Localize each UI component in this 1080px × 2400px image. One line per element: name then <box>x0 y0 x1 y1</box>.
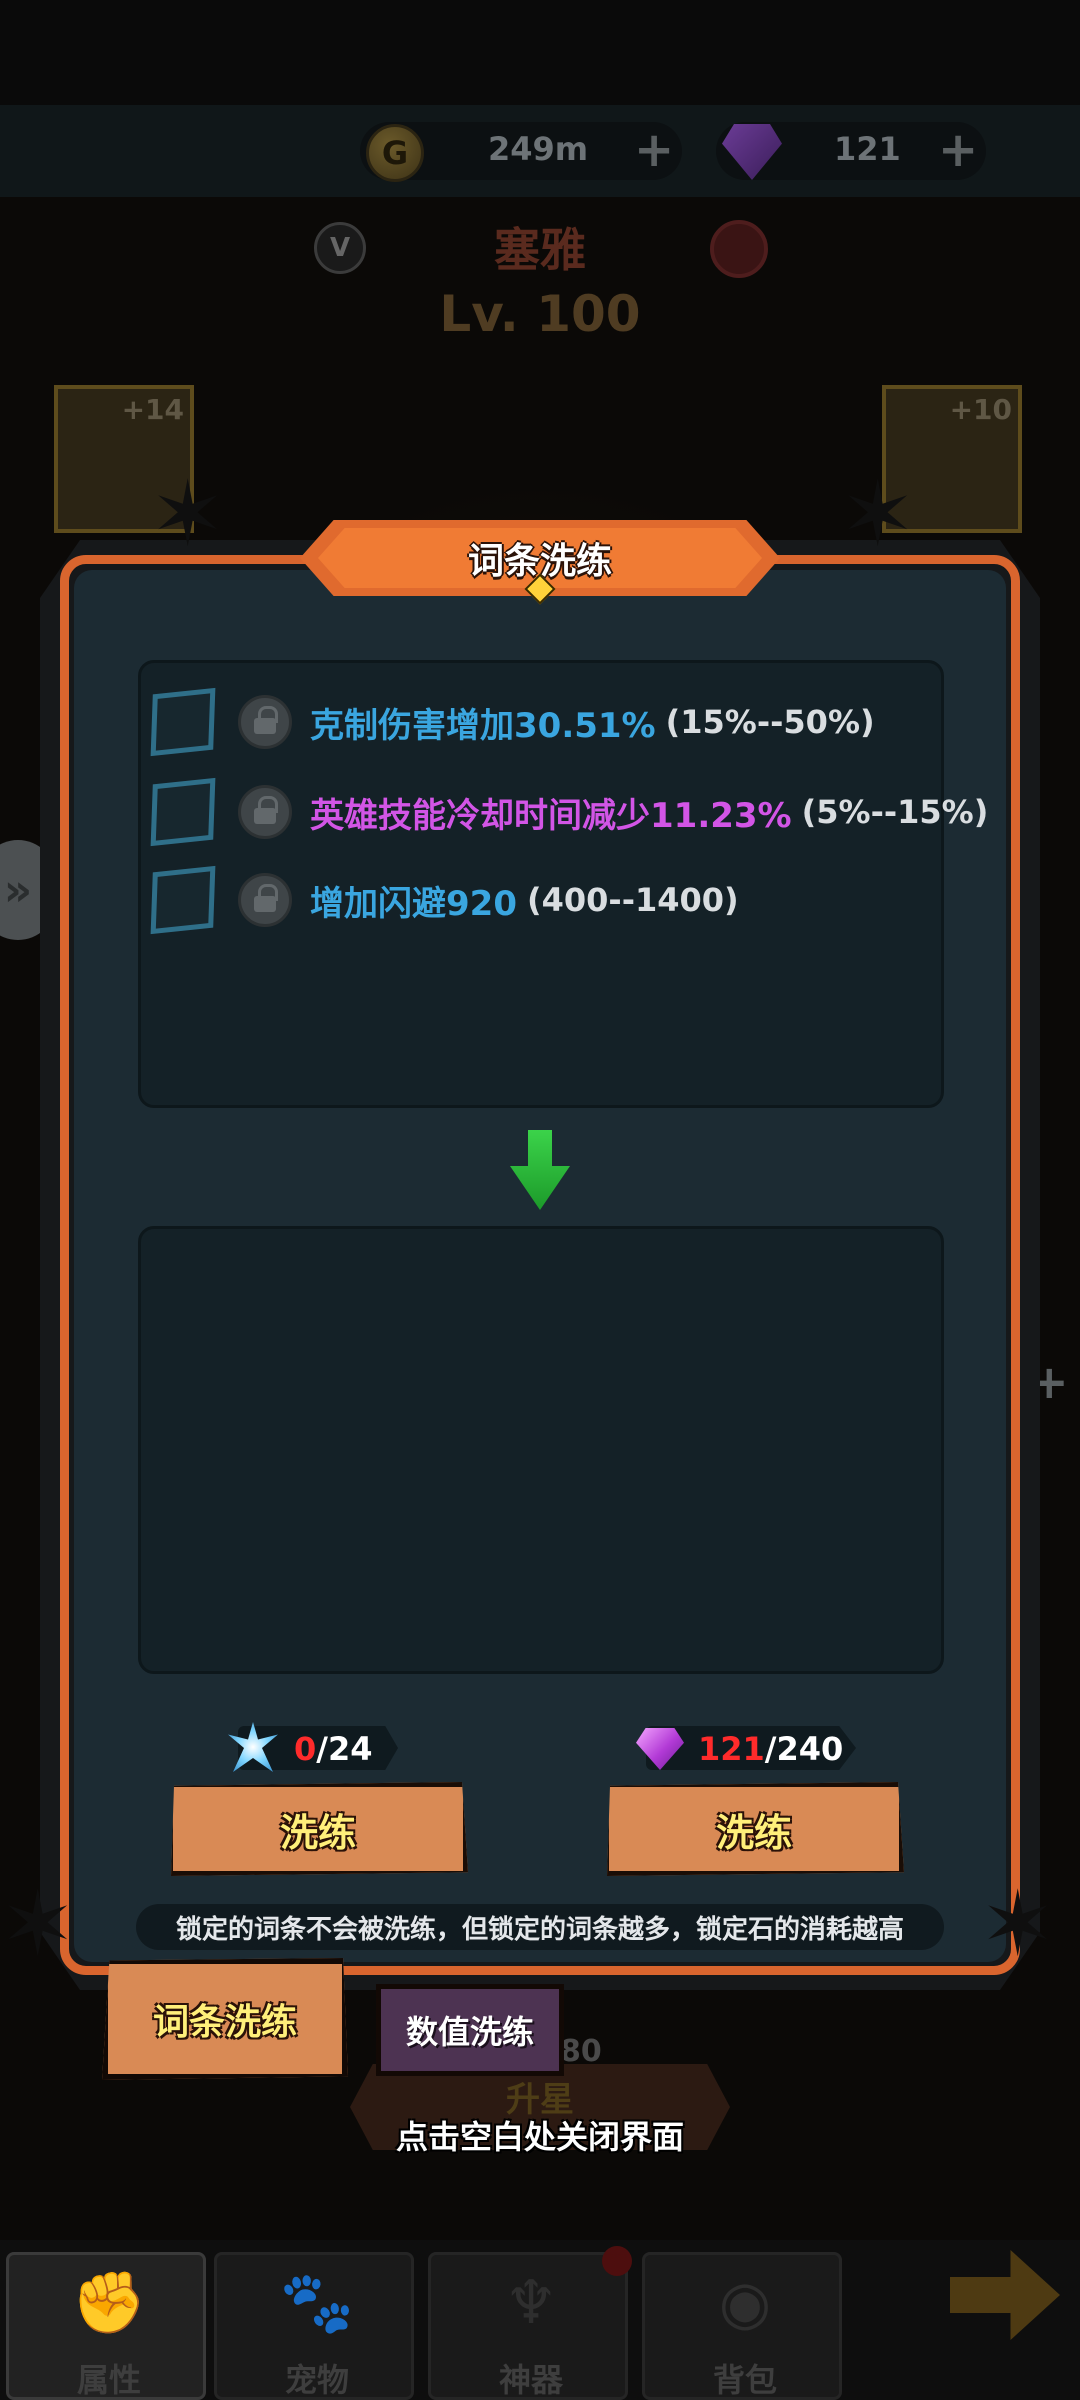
gem-need: /240 <box>764 1730 844 1768</box>
lock-stone-cost-text: 0/24 <box>294 1730 372 1768</box>
lock-note: 锁定的词条不会被洗练，但锁定的词条越多，锁定石的消耗越高 <box>136 1904 944 1950</box>
tab-affix-reroll-label: 词条洗练 <box>152 2002 297 2043</box>
close-hint: 点击空白处关闭界面 <box>395 2118 684 2156</box>
nav-item-attributes[interactable]: ✊ 属性 <box>6 2252 206 2400</box>
thorn-decoration-bottom-left-icon: ✶ <box>0 1872 76 1977</box>
thorn-decoration-right-icon: ✶ <box>840 462 916 567</box>
thorn-decoration-left-icon: ✶ <box>150 462 226 567</box>
stat-range: (400--1400) <box>526 881 739 919</box>
lock-stone-need: /24 <box>316 1730 373 1768</box>
nav-item-pets[interactable]: 🐾 宠物 <box>214 2252 414 2400</box>
nav-item-bag[interactable]: ◉ 背包 <box>642 2252 842 2400</box>
hero-level: Lv. 100 <box>439 285 641 343</box>
nav-label: 神器 <box>498 2361 563 2399</box>
stat-name: 克制伤害增加30.51% <box>310 705 656 746</box>
gem-add-button[interactable]: + <box>938 126 978 174</box>
thorn-decoration-bottom-right-icon: ✶ <box>980 1872 1056 1977</box>
tab-value-reroll[interactable]: 数值洗练 <box>376 1984 564 2076</box>
gem-amount: 121 <box>834 130 901 168</box>
nav-item-artifacts[interactable]: ♆ 神器 <box>428 2252 628 2400</box>
hero-name: 塞雅 <box>494 223 586 277</box>
equipment-plus-right: +10 <box>949 393 1012 426</box>
stat-name: 增加闪避920 <box>310 883 517 924</box>
tab-value-reroll-label: 数值洗练 <box>405 2013 534 2051</box>
trident-icon: ♆ <box>504 2268 558 2338</box>
stat-slot-frame-icon <box>150 865 216 935</box>
reroll-with-lock-stone-button[interactable]: 洗练 <box>171 1782 468 1876</box>
stat-range: (15%--50%) <box>665 703 875 741</box>
lock-toggle-icon[interactable] <box>238 785 292 839</box>
equipment-plus-left: +14 <box>121 393 184 426</box>
background-partial-number: 80 <box>560 2034 602 2069</box>
nav-label: 属性 <box>76 2361 141 2399</box>
fire-element-icon <box>710 220 768 278</box>
gem-have: 121 <box>698 1730 765 1768</box>
nav-label: 宠物 <box>284 2361 349 2399</box>
stat-slot-frame-icon <box>150 687 216 757</box>
bag-icon: ◉ <box>718 2268 772 2338</box>
stat-slot-frame-icon <box>150 777 216 847</box>
fist-icon: ✊ <box>71 2268 147 2338</box>
vip-badge-icon: V <box>314 222 366 274</box>
stat-row: 英雄技能冷却时间减少11.23% (5%--15%) <box>150 776 1012 848</box>
gold-add-button[interactable]: + <box>634 126 674 174</box>
gem-cost-text: 121/240 <box>698 1730 843 1768</box>
notification-dot <box>602 2246 632 2276</box>
lock-toggle-icon[interactable] <box>238 695 292 749</box>
lock-toggle-icon[interactable] <box>238 873 292 927</box>
new-stats-box <box>138 1226 944 1674</box>
stat-range: (5%--15%) <box>801 793 989 831</box>
stat-name: 英雄技能冷却时间减少11.23% <box>310 795 792 836</box>
gold-amount: 249m <box>488 130 589 168</box>
paw-icon: 🐾 <box>279 2268 355 2338</box>
tab-affix-reroll[interactable]: 词条洗练 <box>102 1958 348 2080</box>
reroll-button-label: 洗练 <box>715 1810 792 1855</box>
gold-coin-icon: G <box>366 124 424 182</box>
nav-label: 背包 <box>712 2361 777 2399</box>
lock-stone-have: 0 <box>294 1730 317 1768</box>
stat-row: 克制伤害增加30.51% (15%--50%) <box>150 686 1012 758</box>
reroll-with-gem-button[interactable]: 洗练 <box>607 1782 904 1876</box>
stat-row: 增加闪避920 (400--1400) <box>150 864 1012 936</box>
reroll-button-label: 洗练 <box>279 1810 356 1855</box>
